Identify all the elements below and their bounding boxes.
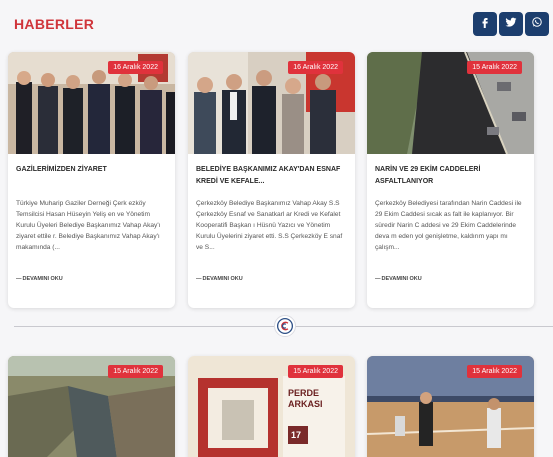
twitter-button[interactable] (499, 12, 523, 36)
poster-day: 17 (291, 430, 302, 440)
news-card[interactable]: 15 Aralık 2022 NARİN VE 29 EKİM CADDELER… (367, 52, 534, 308)
facebook-icon (479, 15, 491, 33)
read-more-link[interactable]: DEVAMINI OKU (196, 276, 243, 282)
news-card[interactable]: 15 Aralık 2022 PERDE ARKASI 17 (188, 356, 355, 457)
news-card[interactable]: 15 Aralık 2022 (367, 356, 534, 457)
news-excerpt: Çerkezköy Belediyesi tarafından Narin Ca… (375, 200, 522, 251)
poster-title: PERDE ARKASI (288, 388, 323, 409)
news-title[interactable]: GAZİLERİMİZDEN ZİYARET (16, 164, 167, 176)
news-excerpt: Çerkezköy Belediye Başkanımız Vahap Akay… (196, 200, 343, 251)
twitter-icon (505, 15, 517, 33)
news-excerpt: Türkiye Muharip Gaziler Derneği Çerk ezk… (16, 200, 161, 251)
read-more-link[interactable]: DEVAMINI OKU (16, 276, 63, 282)
news-card[interactable]: 16 Aralık 2022 BELEDİYE BAŞKANIMIZ AKAY'… (188, 52, 355, 308)
news-card[interactable]: 16 Aralık 2022 GAZİLERİMİZDEN ZİYARET Tü… (8, 52, 175, 308)
municipality-logo (274, 315, 296, 337)
facebook-button[interactable] (473, 12, 497, 36)
date-badge: 15 Aralık 2022 (108, 365, 163, 378)
section-title: HABERLER (14, 16, 95, 32)
date-badge: 15 Aralık 2022 (467, 365, 522, 378)
news-card[interactable]: 15 Aralık 2022 (8, 356, 175, 457)
read-more-link[interactable]: DEVAMINI OKU (375, 276, 422, 282)
section-header: HABERLER (0, 0, 553, 52)
news-title[interactable]: NARİN VE 29 EKİM CADDELERİ ASFALTLANIYOR (375, 164, 526, 188)
whatsapp-button[interactable] (525, 12, 549, 36)
news-title[interactable]: BELEDİYE BAŞKANIMIZ AKAY'DAN ESNAF KREDİ… (196, 164, 347, 188)
whatsapp-icon (531, 15, 543, 33)
date-badge: 15 Aralık 2022 (288, 365, 343, 378)
